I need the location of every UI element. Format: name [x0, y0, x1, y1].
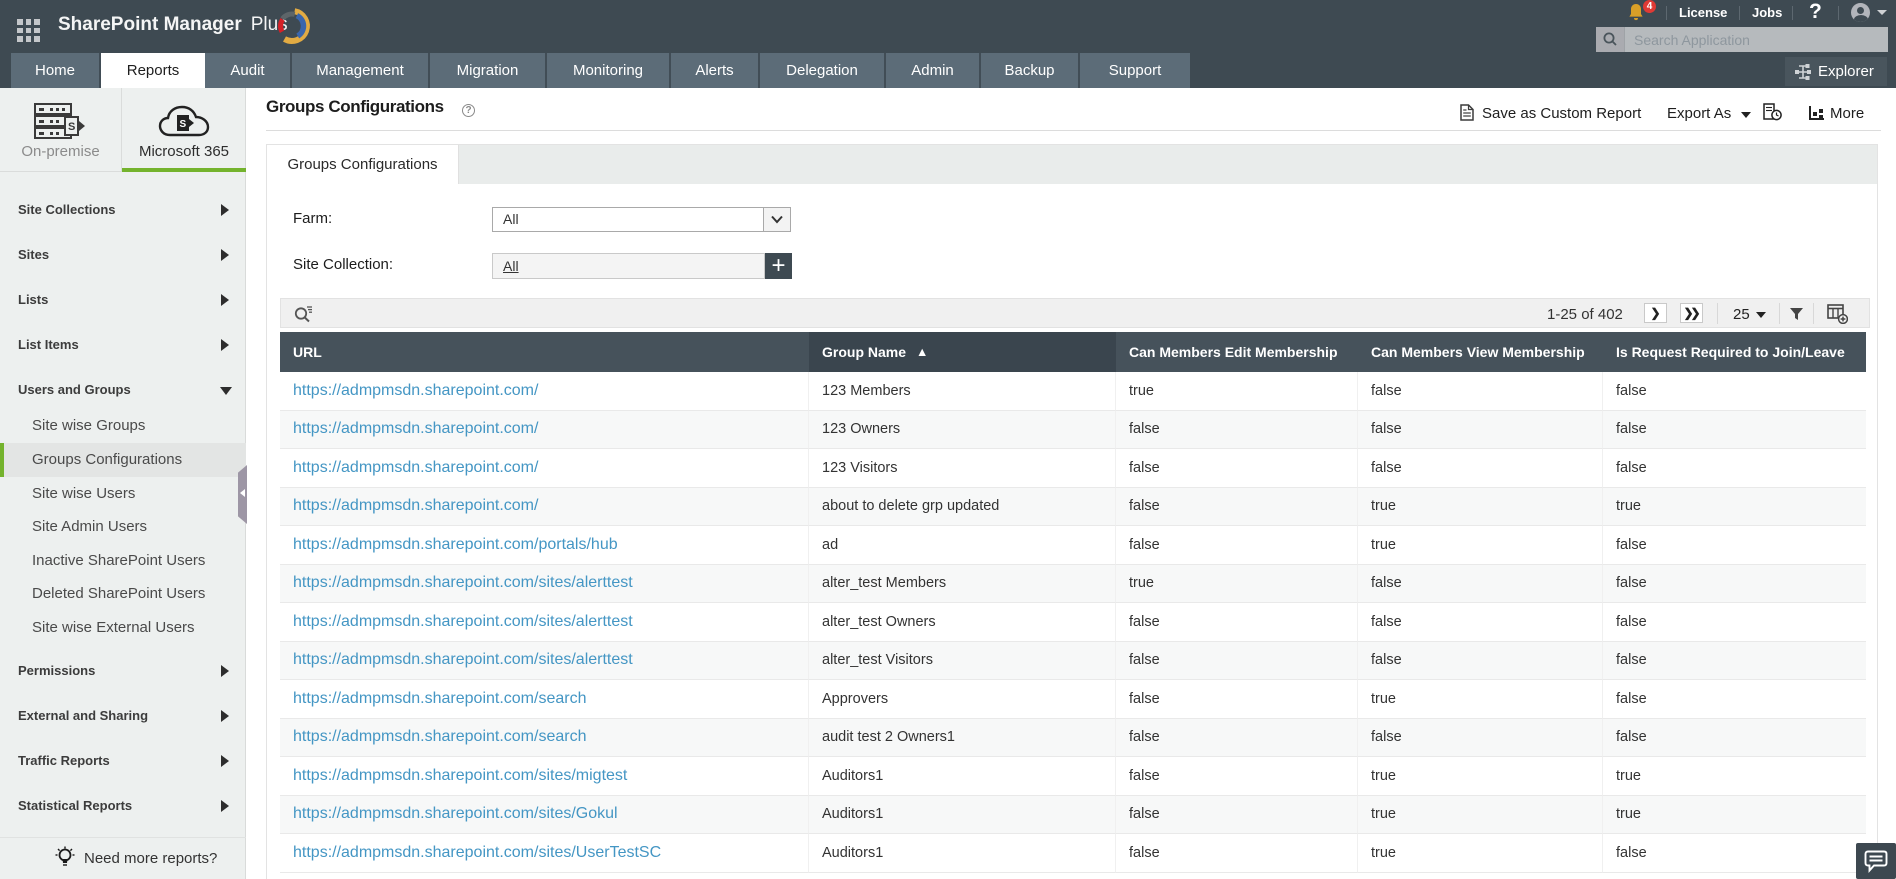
svg-text:S: S	[68, 121, 75, 133]
svg-text:S: S	[180, 119, 187, 130]
